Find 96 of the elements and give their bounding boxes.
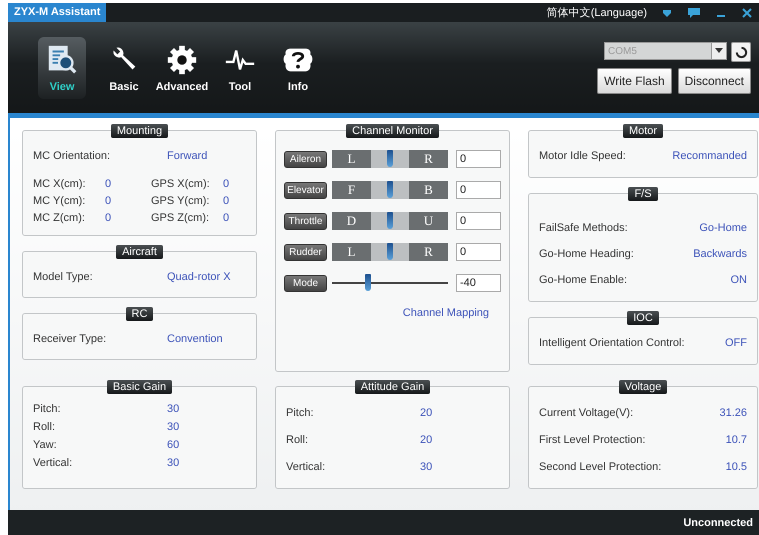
field-value: OFF: [725, 336, 747, 351]
channel-end-label: R: [409, 243, 448, 261]
window-title: ZYX-M Assistant: [8, 3, 106, 22]
field-label: GPS X(cm):: [151, 177, 211, 192]
value-field[interactable]: 0: [456, 150, 501, 168]
slider-thumb[interactable]: [387, 243, 393, 260]
field-value: Go-Home: [699, 221, 747, 236]
field-value: Recommanded: [672, 149, 747, 164]
channel-label[interactable]: Throttle: [284, 212, 327, 230]
field-label: Second Level Protection:: [539, 460, 662, 475]
field-value: 0: [105, 177, 112, 192]
channel-label[interactable]: Elevator: [284, 182, 327, 198]
value-field[interactable]: 0: [456, 212, 501, 230]
field-value: 0: [223, 211, 230, 226]
channel-label[interactable]: Rudder: [284, 244, 327, 260]
channel-end-label: D: [332, 212, 371, 230]
field-label: Go-Home Enable:: [539, 273, 628, 288]
channel-mapping-link[interactable]: Channel Mapping: [402, 307, 489, 319]
slider-thumb[interactable]: [387, 181, 393, 198]
field-value: ON: [730, 273, 747, 288]
field-value: 0: [105, 211, 112, 226]
toolbar-tab[interactable]: Basic: [96, 36, 152, 98]
channel-label[interactable]: Aileron: [284, 150, 327, 168]
connection-status: Unconnected: [683, 516, 753, 528]
field-label: MC Y(cm):: [33, 194, 86, 209]
panel-title: Aircraft: [116, 245, 163, 259]
field-label: GPS Z(cm):: [151, 211, 210, 226]
field-label: MC Z(cm):: [33, 211, 86, 226]
field-label: Go-Home Heading:: [539, 247, 634, 262]
field-value: Backwards: [693, 247, 747, 262]
field-label: MC X(cm):: [33, 177, 87, 192]
field-value: 0: [223, 177, 230, 192]
field-label: Pitch:: [33, 402, 62, 417]
value-field[interactable]: 0: [456, 181, 501, 199]
language-menu[interactable]: 简体中文(Language): [546, 5, 647, 20]
action-button[interactable]: Disconnect: [678, 68, 751, 94]
caret-icon: [715, 48, 723, 54]
channel-end-label: F: [332, 181, 371, 199]
panel-title: Basic Gain: [106, 380, 172, 394]
field-value: 20: [420, 406, 432, 421]
field-value: Forward: [167, 149, 208, 164]
slider-thumb[interactable]: [387, 150, 393, 167]
panel-title: Motor: [622, 124, 664, 138]
chat-icon[interactable]: [687, 6, 701, 18]
panel-title: F/S: [628, 187, 658, 201]
field-label: GPS Y(cm):: [151, 194, 210, 209]
field-value: 0: [223, 194, 230, 209]
field-label: Yaw:: [33, 438, 58, 453]
field-label: Pitch:: [286, 406, 315, 421]
channel-end-label: R: [409, 150, 448, 168]
toolbar-tab[interactable]: Info: [270, 36, 326, 98]
field-value: 0: [105, 194, 112, 209]
field-value: Quad-rotor X: [167, 270, 231, 285]
field-value: 20: [420, 433, 432, 448]
refresh-button[interactable]: [731, 42, 751, 62]
channel-label[interactable]: Mode: [284, 274, 327, 292]
field-label: Receiver Type:: [33, 332, 108, 347]
field-label: Motor Idle Speed:: [539, 149, 626, 164]
field-label: FailSafe Methods:: [539, 221, 628, 236]
field-value: Convention: [167, 332, 223, 347]
channel-end-label: B: [409, 181, 448, 199]
field-label: Intelligent Orientation Control:: [539, 336, 685, 351]
field-value: 30: [167, 420, 180, 435]
value-field[interactable]: 0: [456, 243, 501, 261]
slider-thumb[interactable]: [364, 274, 371, 291]
value-field[interactable]: -40: [456, 274, 501, 292]
channel-end-label: L: [332, 150, 371, 168]
toolbar-tab[interactable]: View: [38, 36, 86, 98]
field-value: 30: [420, 460, 432, 475]
field-value: 31.26: [719, 406, 747, 421]
field-value: 30: [167, 456, 180, 471]
field-label: Model Type:: [33, 270, 94, 285]
field-label: First Level Protection:: [539, 433, 646, 448]
field-label: Roll:: [286, 433, 310, 448]
panel-title: RC: [126, 307, 154, 321]
panel-title: IOC: [627, 311, 659, 325]
field-label: MC Orientation:: [33, 149, 112, 164]
panel-title: Voltage: [618, 380, 668, 394]
panel-title: Channel Monitor: [346, 124, 439, 138]
field-label: Vertical:: [33, 456, 74, 471]
field-value: 30: [167, 402, 180, 417]
panel-title: Mounting: [110, 124, 168, 138]
field-value: 60: [167, 438, 180, 453]
field-label: Current Voltage(V):: [539, 406, 634, 421]
field-value: 10.7: [726, 433, 747, 448]
toolbar-tab[interactable]: Tool: [212, 36, 268, 98]
action-button[interactable]: Write Flash: [597, 68, 672, 94]
channel-end-label: U: [409, 212, 448, 230]
field-label: Roll:: [33, 420, 56, 435]
field-value: 10.5: [726, 460, 747, 475]
close-icon[interactable]: [741, 6, 753, 18]
slider-thumb[interactable]: [387, 212, 393, 229]
toolbar-tab[interactable]: Advanced: [154, 36, 210, 98]
channel-end-label: L: [332, 243, 371, 261]
field-label: Vertical:: [286, 460, 326, 475]
panel-title: Attitude Gain: [354, 380, 430, 394]
